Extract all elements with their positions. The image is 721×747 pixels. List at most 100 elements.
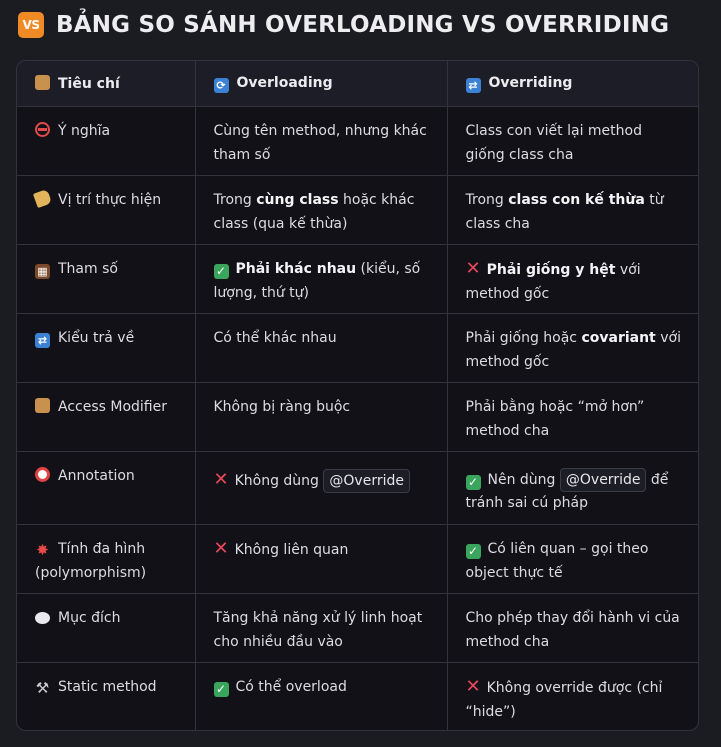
criterion-cell: Annotation (17, 451, 196, 525)
collision-icon: ✸ (36, 541, 49, 559)
overriding-cell: Cho phép thay đổi hành vi của method cha (447, 593, 698, 663)
cross-mark-icon: ✕ (213, 538, 229, 559)
package-icon (35, 75, 50, 90)
repeat-icon: ⇄ (465, 77, 481, 93)
criterion-label: Static method (58, 679, 157, 695)
overriding-text: Không override được (chỉ “hide”) (465, 680, 663, 720)
criterion-label: Tham số (58, 261, 118, 277)
overloading-cell: Cùng tên method, nhưng khác tham số (195, 106, 448, 176)
table-row: ⇄ Kiểu trả về Có thể khác nhau Phải giống… (17, 313, 698, 383)
override-code-tag: @Override (559, 468, 647, 492)
overriding-cell: Phải giống hoặc covariant với method gốc (447, 313, 698, 383)
header-overriding: ⇄ Overriding (447, 61, 698, 107)
comparison-table: Tiêu chí ⟳ Overloading ⇄ Overriding Ý nghĩ… (16, 60, 699, 731)
overloading-cell: Có thể khác nhau (195, 313, 448, 383)
label-tag-icon (32, 188, 53, 209)
overloading-text: Cùng tên method, nhưng khác tham số (213, 123, 427, 163)
criterion-cell: ✸ Tính đa hình (polymorphism) (17, 524, 196, 594)
overloading-text: Tăng khả năng xử lý linh hoạt cho nhiều … (213, 610, 423, 650)
check-mark-icon: ✓ (213, 682, 229, 697)
header-overloading-label: Overloading (236, 74, 333, 91)
abacus-icon: ▦ (35, 264, 50, 279)
hammer-wrench-icon: ⚒ (35, 679, 50, 697)
speech-bubble-icon (35, 612, 50, 624)
criterion-label: Tính đa hình (polymorphism) (35, 541, 147, 581)
header-overriding-label: Overriding (488, 74, 573, 91)
criterion-cell: Mục đích (17, 593, 196, 663)
sync-icon: ⟳ (213, 77, 229, 93)
table-row: Annotation ✕ Không dùng @Override ✓ Nên dù… (17, 451, 698, 525)
vs-icon: VS (18, 12, 44, 38)
table-row: Mục đích Tăng khả năng xử lý linh hoạt c… (17, 593, 698, 663)
overriding-bold-text: class con kế thừa (508, 192, 645, 208)
criterion-cell: ▦ Tham số (17, 244, 196, 314)
overriding-bold-text: covariant (581, 330, 656, 346)
overloading-bold-text: cùng class (256, 192, 339, 208)
overloading-cell: Tăng khả năng xử lý linh hoạt cho nhiều … (195, 593, 448, 663)
table-row: ▦ Tham số ✓ Phải khác nhau (kiểu, số lượng… (17, 244, 698, 314)
header-criterion: Tiêu chí (17, 61, 196, 107)
criterion-cell: ⇄ Kiểu trả về (17, 313, 196, 383)
page-title: BẢNG SO SÁNH OVERLOADING VS OVERRIDING (56, 12, 670, 38)
overloading-cell: ✕ Không liên quan (195, 524, 448, 594)
overriding-text: Trong (465, 192, 509, 208)
repeat-icon: ⇄ (35, 333, 50, 348)
criterion-label: Vị trí thực hiện (58, 192, 162, 208)
title-row: VS BẢNG SO SÁNH OVERLOADING VS OVERRIDIN… (18, 12, 669, 38)
overriding-cell: ✕ Không override được (chỉ “hide”) (447, 663, 698, 731)
criterion-label: Access Modifier (58, 399, 167, 415)
table-header-row: Tiêu chí ⟳ Overloading ⇄ Overriding (17, 61, 698, 107)
criterion-cell: Ý nghĩa (17, 106, 196, 176)
criterion-cell: ⚒ Static method (17, 662, 196, 730)
criterion-label: Mục đích (58, 610, 121, 626)
overriding-cell: Phải bằng hoặc “mở hơn” method cha (447, 382, 698, 452)
overriding-text: Phải bằng hoặc “mở hơn” method cha (465, 399, 645, 439)
overriding-text: Nên dùng (487, 472, 560, 488)
check-mark-icon: ✓ (465, 475, 481, 490)
overriding-cell: ✕ Phải giống y hệt với method gốc (447, 244, 698, 314)
overloading-cell: ✓ Phải khác nhau (kiểu, số lượng, thứ tự) (195, 244, 448, 314)
header-criterion-label: Tiêu chí (58, 76, 120, 92)
page: VS BẢNG SO SÁNH OVERLOADING VS OVERRIDIN… (0, 0, 721, 747)
package-icon (35, 398, 50, 413)
overloading-text: Có thể overload (235, 679, 347, 695)
criterion-cell: Access Modifier (17, 382, 196, 452)
check-mark-icon: ✓ (465, 544, 481, 559)
overriding-cell: Class con viết lại method giống class ch… (447, 106, 698, 176)
overriding-text: Cho phép thay đổi hành vi của method cha (465, 610, 680, 650)
criterion-label: Annotation (58, 468, 135, 484)
table-row: Vị trí thực hiện Trong cùng class hoặc k… (17, 175, 698, 245)
cross-mark-icon: ✕ (465, 258, 481, 279)
table-row: ✸ Tính đa hình (polymorphism) ✕ Không liên… (17, 524, 698, 594)
overloading-text: Có thể khác nhau (213, 330, 337, 346)
overloading-cell: Không bị ràng buộc (195, 382, 448, 452)
overloading-text: Trong (213, 192, 257, 208)
criterion-label: Kiểu trả về (58, 330, 135, 346)
overloading-text: Không liên quan (234, 542, 349, 558)
header-overloading: ⟳ Overloading (195, 61, 448, 107)
criterion-label: Ý nghĩa (58, 123, 111, 139)
cross-mark-icon: ✕ (213, 469, 229, 490)
target-icon (35, 467, 50, 482)
table-row: Access Modifier Không bị ràng buộc Phải … (17, 382, 698, 452)
overloading-cell: Trong cùng class hoặc khác class (qua kế… (195, 175, 448, 245)
overriding-text: Có liên quan – gọi theo object thực tế (465, 541, 649, 581)
check-mark-icon: ✓ (213, 264, 229, 279)
overriding-cell: ✓ Có liên quan – gọi theo object thực tế (447, 524, 698, 594)
table-row: Ý nghĩa Cùng tên method, nhưng khác tham… (17, 106, 698, 176)
overriding-cell: Trong class con kế thừa từ class cha (447, 175, 698, 245)
overloading-text: Không bị ràng buộc (213, 399, 351, 415)
overriding-cell: ✓ Nên dùng @Override để tránh sai cú pháp (447, 451, 698, 525)
overloading-bold-text: Phải khác nhau (235, 261, 357, 277)
cross-mark-icon: ✕ (465, 676, 481, 697)
overloading-text: Không dùng (234, 473, 324, 489)
override-code-tag: @Override (323, 469, 410, 493)
no-entry-icon (35, 122, 50, 137)
overriding-text: Phải giống hoặc (465, 330, 582, 346)
criterion-cell: Vị trí thực hiện (17, 175, 196, 245)
overloading-cell: ✓ Có thể overload (195, 662, 448, 730)
table-row: ⚒ Static method ✓ Có thể overload ✕ Không o… (17, 662, 698, 731)
overriding-bold-text: Phải giống y hệt (486, 262, 616, 278)
overriding-text: Class con viết lại method giống class ch… (465, 123, 642, 163)
overloading-cell: ✕ Không dùng @Override (195, 451, 448, 525)
